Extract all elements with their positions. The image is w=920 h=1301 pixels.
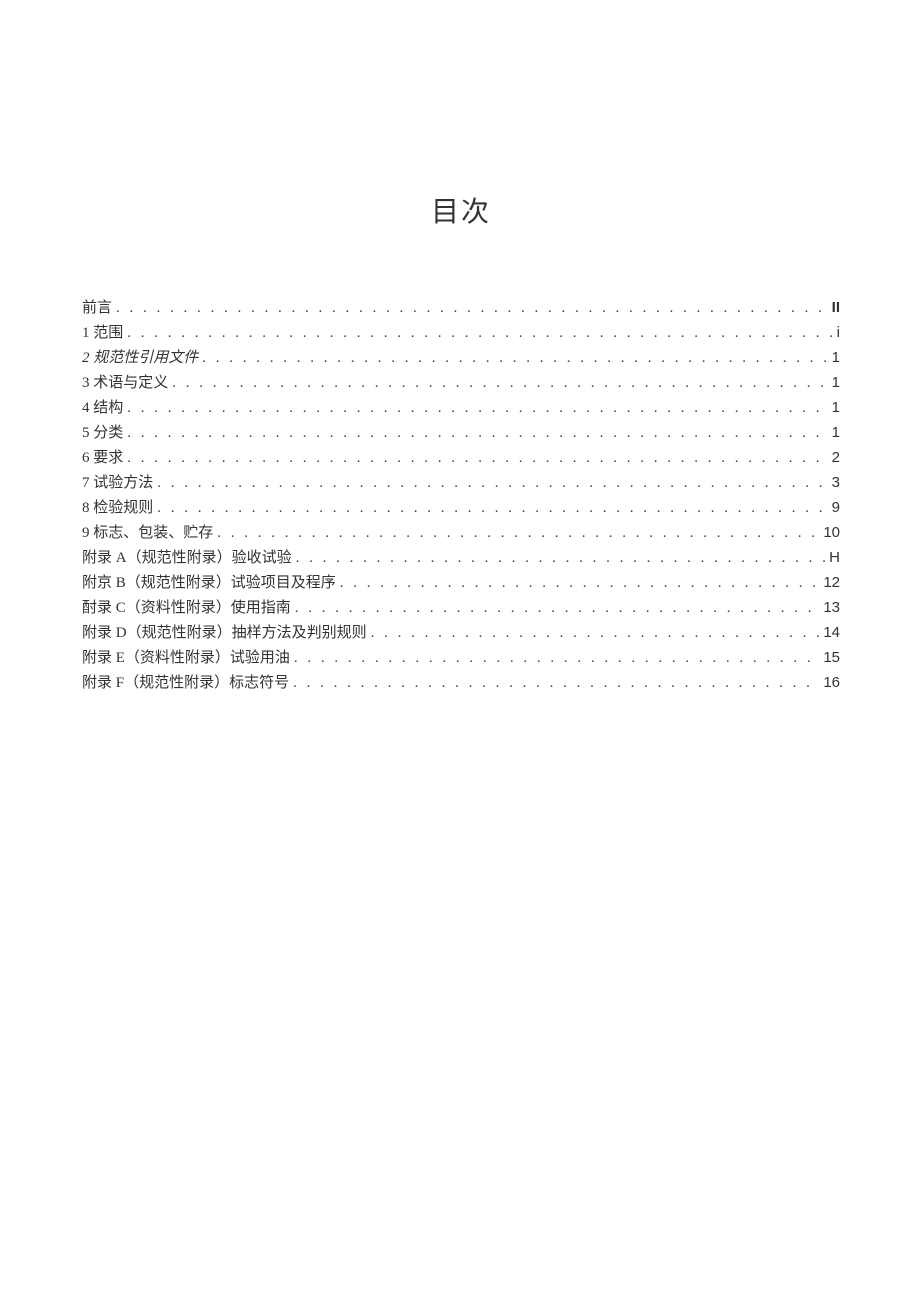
toc-entry: 7 试验方法 . . . . . . . . . . . . . . . . . … [82,475,840,491]
toc-entry-label: 附录 E（资料性附录）试验用油 [82,651,290,666]
toc-entry-leader: . . . . . . . . . . . . . . . . . . . . … [157,501,827,516]
toc-entry-leader: . . . . . . . . . . . . . . . . . . . . … [127,451,827,466]
toc-entry-page: 9 [832,500,840,515]
toc-entry-leader: . . . . . . . . . . . . . . . . . . . . … [127,426,827,441]
toc-entry-leader: . . . . . . . . . . . . . . . . . . . . … [296,551,826,566]
toc-entry-page: i [837,325,840,340]
toc-entry: 6 要求 . . . . . . . . . . . . . . . . . . … [82,450,840,466]
toc-entry-leader: . . . . . . . . . . . . . . . . . . . . … [217,526,819,541]
toc-entry-label: 附录 D（规范性附录）抽样方法及判别规则 [82,626,367,641]
toc-entry-label: 1 范围 [82,326,123,341]
toc-entry-label: 4 结构 [82,401,123,416]
table-of-contents: 前言 . . . . . . . . . . . . . . . . . . . … [82,300,840,691]
toc-entry-page: 3 [832,475,840,490]
toc-entry-page: 15 [823,650,840,665]
toc-entry-page: 12 [823,575,840,590]
toc-entry-label: 附录 A（规范性附录）验收试验 [82,551,292,566]
toc-entry-page: 1 [832,350,840,365]
toc-entry-page: 2 [832,450,840,465]
toc-entry-leader: . . . . . . . . . . . . . . . . . . . . … [293,676,819,691]
toc-entry: 附录 D（规范性附录）抽样方法及判别规则 . . . . . . . . . . … [82,625,840,641]
toc-entry-label: 前言 [82,301,112,316]
toc-entry-leader: . . . . . . . . . . . . . . . . . . . . … [127,326,832,341]
toc-entry: 5 分类 . . . . . . . . . . . . . . . . . . … [82,425,840,441]
toc-entry-page: 16 [823,675,840,690]
toc-entry-label: 3 术语与定义 [82,376,168,391]
toc-entry: 附京 B（规范性附录）试验项目及程序 . . . . . . . . . . . … [82,575,840,591]
toc-entry-page: H [829,550,840,565]
toc-entry-page: 14 [823,625,840,640]
toc-entry-leader: . . . . . . . . . . . . . . . . . . . . … [127,401,827,416]
toc-entry: 酎录 C（资料性附录）使用指南 . . . . . . . . . . . . .… [82,600,840,616]
toc-entry-page: 1 [832,425,840,440]
toc-entry: 2 规范性引用文件 . . . . . . . . . . . . . . . .… [82,350,840,366]
toc-entry-label: 8 检验规则 [82,501,153,516]
toc-entry-label: 2 规范性引用文件 [82,351,198,366]
toc-entry: 4 结构 . . . . . . . . . . . . . . . . . . … [82,400,840,416]
toc-entry-leader: . . . . . . . . . . . . . . . . . . . . … [157,476,827,491]
toc-entry-label: 附京 B（规范性附录）试验项目及程序 [82,576,336,591]
toc-entry-label: 酎录 C（资料性附录）使用指南 [82,601,291,616]
toc-entry-leader: . . . . . . . . . . . . . . . . . . . . … [294,651,819,666]
toc-entry-label: 6 要求 [82,451,123,466]
toc-entry-leader: . . . . . . . . . . . . . . . . . . . . … [202,351,827,366]
toc-entry-label: 9 标志、包装、贮存 [82,526,213,541]
toc-entry-leader: . . . . . . . . . . . . . . . . . . . . … [340,576,820,591]
toc-entry: 1 范围 . . . . . . . . . . . . . . . . . . … [82,325,840,341]
toc-entry-page: II [832,300,840,315]
toc-entry-label: 附录 F（规范性附录）标志符号 [82,676,289,691]
toc-entry-leader: . . . . . . . . . . . . . . . . . . . . … [371,626,820,641]
toc-entry: 3 术语与定义 . . . . . . . . . . . . . . . . .… [82,375,840,391]
toc-entry: 附录 E（资料性附录）试验用油 . . . . . . . . . . . . .… [82,650,840,666]
document-page: 目次 前言 . . . . . . . . . . . . . . . . . .… [0,0,920,1301]
toc-entry-page: 13 [823,600,840,615]
toc-entry: 附录 A（规范性附录）验收试验 . . . . . . . . . . . . .… [82,550,840,566]
toc-entry-page: 1 [832,400,840,415]
toc-entry: 9 标志、包装、贮存 . . . . . . . . . . . . . . . … [82,525,840,541]
toc-entry-leader: . . . . . . . . . . . . . . . . . . . . … [116,301,828,316]
toc-entry-label: 5 分类 [82,426,123,441]
toc-entry: 8 检验规则 . . . . . . . . . . . . . . . . . … [82,500,840,516]
toc-entry-leader: . . . . . . . . . . . . . . . . . . . . … [295,601,820,616]
toc-entry-label: 7 试验方法 [82,476,153,491]
toc-entry: 附录 F（规范性附录）标志符号 . . . . . . . . . . . . .… [82,675,840,691]
toc-entry-leader: . . . . . . . . . . . . . . . . . . . . … [172,376,827,391]
toc-entry-page: 10 [823,525,840,540]
toc-entry-page: 1 [832,375,840,390]
toc-title: 目次 [82,190,840,230]
toc-entry: 前言 . . . . . . . . . . . . . . . . . . . … [82,300,840,316]
